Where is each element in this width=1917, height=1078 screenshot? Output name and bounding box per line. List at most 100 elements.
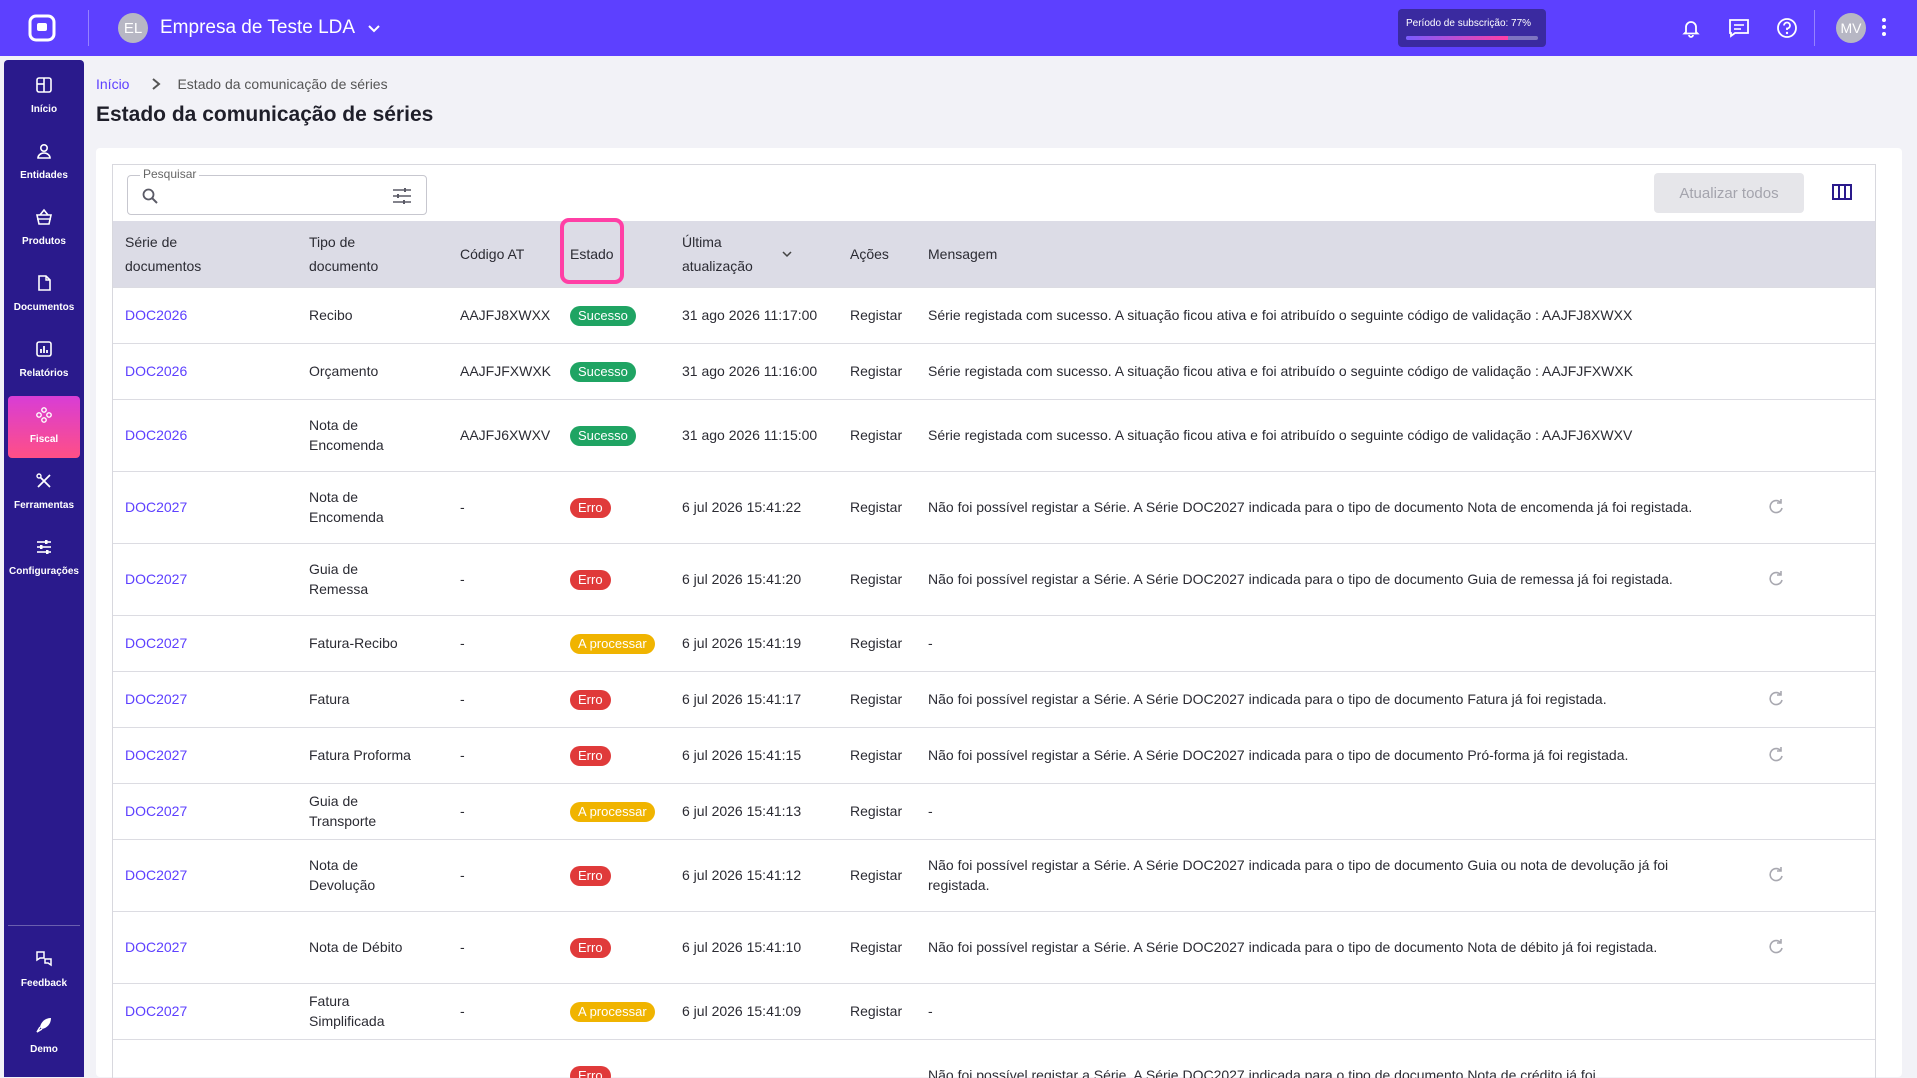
filter-icon[interactable] <box>392 187 412 205</box>
retry-icon[interactable] <box>1767 498 1785 516</box>
cell-estado: Erro <box>558 470 670 543</box>
sidebar-item-fiscal[interactable]: Fiscal <box>8 396 80 458</box>
action-link[interactable]: Registar <box>850 427 902 443</box>
update-all-button[interactable]: Atualizar todos <box>1654 173 1804 213</box>
action-link[interactable]: Registar <box>850 939 902 955</box>
notifications-button[interactable] <box>1677 14 1705 42</box>
cell-ultima: 6 jul 2026 15:41:09 <box>670 982 838 1039</box>
cell-retry <box>1755 910 1875 983</box>
column-header-tipo[interactable]: Tipo de documento <box>297 221 448 287</box>
cell-estado: Erro <box>558 1038 670 1078</box>
column-header-serie[interactable]: Série de documentos <box>113 221 297 287</box>
serie-link[interactable]: DOC2027 <box>125 1003 187 1019</box>
action-link[interactable]: Registar <box>850 691 902 707</box>
cell-serie: DOC2027 <box>113 726 297 783</box>
cell-acao: Registar <box>838 542 916 615</box>
cell-tipo: Fatura Simplificada <box>297 982 448 1039</box>
user-icon <box>37 143 51 159</box>
cell-serie: DOC2027 <box>113 838 297 911</box>
serie-link[interactable]: DOC2027 <box>125 867 187 883</box>
retry-icon[interactable] <box>1767 570 1785 588</box>
tipo-text: Guia de Remessa <box>309 561 369 597</box>
serie-link[interactable]: DOC2027 <box>125 635 187 651</box>
status-badge: A processar <box>570 1001 655 1022</box>
company-avatar: EL <box>118 13 148 43</box>
divider <box>1814 10 1815 46</box>
serie-link[interactable]: DOC2026 <box>125 307 187 323</box>
action-link[interactable]: Registar <box>850 307 902 323</box>
serie-link[interactable]: DOC2027 <box>125 803 187 819</box>
app-logo-icon[interactable] <box>28 14 56 42</box>
cell-tipo: Guia de Transporte <box>297 782 448 839</box>
mensagem-text: Não foi possível registar a Série. A Sér… <box>928 939 1658 955</box>
retry-icon[interactable] <box>1767 746 1785 764</box>
serie-link[interactable]: DOC2026 <box>125 363 187 379</box>
cell-estado: Sucesso <box>558 286 670 343</box>
more-options-icon[interactable] <box>1878 16 1890 40</box>
column-header-ultima[interactable]: Última atualização <box>670 221 838 287</box>
cell-mensagem: Não foi possível registar a Série. A Sér… <box>916 670 1755 727</box>
sidebar-item-demo[interactable]: Demo <box>8 1006 80 1068</box>
column-header-estado[interactable]: Estado <box>558 218 670 287</box>
serie-link[interactable]: DOC2026 <box>125 427 187 443</box>
cell-tipo: Guia de Remessa <box>297 542 448 615</box>
action-link[interactable]: Registar <box>850 803 902 819</box>
divider <box>8 925 80 926</box>
tipo-text: Nota de Débito <box>309 939 403 955</box>
divider <box>88 10 89 46</box>
cell-mensagem: Não foi possível registar a Série. A Sér… <box>916 726 1755 783</box>
mensagem-text: - <box>928 803 933 819</box>
serie-link[interactable]: DOC2027 <box>125 691 187 707</box>
sidebar-item-inicio[interactable]: Início <box>8 66 80 128</box>
subscription-period[interactable]: Período de subscrição: 77% <box>1398 9 1546 47</box>
column-header-codigo[interactable]: Código AT <box>448 221 558 287</box>
breadcrumb-home-link[interactable]: Início <box>96 76 129 92</box>
cell-mensagem: Série registada com sucesso. A situação … <box>916 398 1755 471</box>
search-input[interactable] <box>168 184 382 208</box>
serie-link[interactable]: DOC2027 <box>125 571 187 587</box>
messages-button[interactable] <box>1725 14 1753 42</box>
help-button[interactable] <box>1773 14 1801 42</box>
tipo-text: Nota de Encomenda <box>309 489 384 525</box>
cell-tipo: Orçamento <box>297 342 448 399</box>
retry-icon[interactable] <box>1767 938 1785 956</box>
cell-mensagem: Não foi possível registar a Série. A Sér… <box>916 910 1755 983</box>
cell-ultima: 6 jul 2026 15:41:22 <box>670 470 838 543</box>
sidebar-item-configuracoes[interactable]: Configurações <box>8 528 80 590</box>
cell-tipo: Nota de Encomenda <box>297 398 448 471</box>
action-link[interactable]: Registar <box>850 499 902 515</box>
search-field[interactable]: Pesquisar <box>127 167 427 215</box>
mensagem-text: - <box>928 1003 933 1019</box>
action-link[interactable]: Registar <box>850 571 902 587</box>
serie-link[interactable]: DOC2027 <box>125 939 187 955</box>
company-switcher[interactable]: EL Empresa de Teste LDA <box>118 12 381 44</box>
tipo-text: Fatura-Recibo <box>309 635 398 651</box>
cell-tipo: Recibo <box>297 286 448 343</box>
serie-link[interactable]: DOC2027 <box>125 747 187 763</box>
sidebar-item-ferramentas[interactable]: Ferramentas <box>8 462 80 524</box>
cell-ultima <box>670 1038 838 1078</box>
user-avatar[interactable]: MV <box>1836 13 1866 43</box>
cell-mensagem: Não foi possível registar a Série. A Sér… <box>916 838 1755 911</box>
action-link[interactable]: Registar <box>850 747 902 763</box>
table-row: DOC2027 Guia de Remessa - Erro 6 jul 2026 15… <box>113 542 1875 615</box>
retry-icon[interactable] <box>1767 866 1785 884</box>
sidebar-item-documentos[interactable]: Documentos <box>8 264 80 326</box>
action-link[interactable]: Registar <box>850 635 902 651</box>
cell-tipo: Nota de Débito <box>297 910 448 983</box>
sidebar-item-feedback[interactable]: Feedback <box>8 940 80 1002</box>
sidebar-item-relatorios[interactable]: Relatórios <box>8 330 80 392</box>
serie-link[interactable]: DOC2027 <box>125 499 187 515</box>
cell-retry <box>1755 982 1875 1039</box>
cell-tipo: Fatura Proforma <box>297 726 448 783</box>
cell-retry <box>1755 726 1875 783</box>
sort-chevron-down-icon[interactable] <box>782 250 792 258</box>
columns-icon[interactable] <box>1831 181 1853 203</box>
action-link[interactable]: Registar <box>850 1003 902 1019</box>
action-link[interactable]: Registar <box>850 363 902 379</box>
retry-icon[interactable] <box>1767 690 1785 708</box>
action-link[interactable]: Registar <box>850 867 902 883</box>
cell-codigo: - <box>448 838 558 911</box>
sidebar-item-produtos[interactable]: Produtos <box>8 198 80 260</box>
sidebar-item-entidades[interactable]: Entidades <box>8 132 80 194</box>
